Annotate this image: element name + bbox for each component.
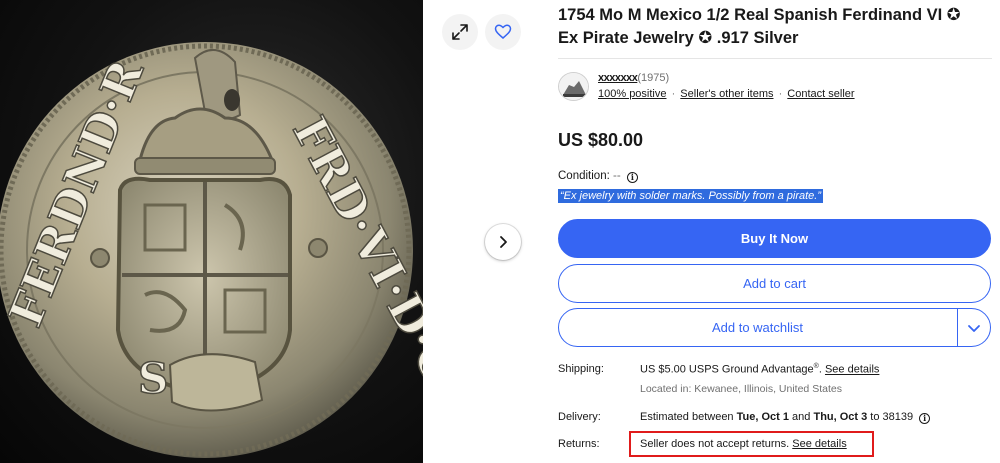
seller-avatar-image (559, 73, 588, 100)
title-line-2b: .917 Silver (716, 29, 799, 47)
condition-note: “Ex jewelry with solder marks. Possibly … (558, 189, 824, 203)
title-star-symbol: ✪ (946, 6, 961, 24)
add-to-cart-label: Add to cart (743, 276, 806, 291)
chevron-right-icon (500, 236, 507, 248)
delivery-label: Delivery: (558, 411, 601, 423)
watchlist-dropdown-toggle[interactable] (966, 320, 982, 336)
contact-seller-link[interactable]: Contact seller (787, 88, 854, 100)
add-to-watchlist-button[interactable]: Add to watchlist (558, 308, 991, 347)
add-to-cart-button[interactable]: Add to cart (558, 264, 991, 303)
seller-feedback-count: (1975) (637, 72, 670, 84)
returns-value: Seller does not accept returns. See deta… (640, 438, 847, 450)
title-divider (558, 58, 992, 59)
title-line-1: 1754 Mo M Mexico 1/2 Real Spanish Ferdin… (558, 6, 943, 24)
returns-label: Returns: (558, 438, 600, 450)
shipping-period: . (818, 363, 822, 376)
condition-label: Condition: (558, 170, 610, 182)
shipping-see-details-link[interactable]: See details (825, 364, 879, 376)
gallery-gap (423, 0, 540, 463)
delivery-start: Tue, Oct 1 (736, 411, 789, 423)
listing-title: 1754 Mo M Mexico 1/2 Real Spanish Ferdin… (558, 4, 988, 50)
separator-dot: · (778, 88, 783, 100)
product-image[interactable]: FERDND·R FRD·VI·D·G S (0, 0, 423, 463)
seller-username[interactable]: xxxxxxx (598, 72, 638, 84)
heart-icon (494, 24, 512, 39)
title-line-2a: Ex Pirate Jewelry (558, 29, 694, 47)
delivery-end: Thu, Oct 3 (813, 411, 868, 423)
delivery-info-icon[interactable]: i (919, 412, 931, 424)
delivery-prefix: Estimated between (640, 411, 737, 423)
price: US $80.00 (558, 130, 644, 150)
info-icon[interactable]: i (626, 171, 638, 183)
coin-mintmark: S (138, 354, 168, 403)
shipping-cost: US $5.00 USPS Ground Advantage (640, 363, 814, 376)
expand-image-button[interactable] (442, 14, 478, 50)
delivery-zip: to 38139 (867, 411, 914, 423)
seller-other-items-link[interactable]: Seller's other items (680, 88, 773, 100)
seller-avatar[interactable] (558, 72, 589, 101)
seller-positive-link[interactable]: 100% positive (598, 88, 667, 100)
seller-name-row: xxxxxxx(1975) (598, 72, 669, 84)
expand-arrows-icon (452, 24, 468, 40)
add-to-watchlist-label: Add to watchlist (711, 320, 804, 335)
delivery-value: Estimated between Tue, Oct 1 and Thu, Oc… (640, 411, 931, 424)
title-star-symbol: ✪ (698, 29, 713, 47)
shipping-value: US $5.00 USPS Ground Advantage®. See det… (640, 363, 879, 376)
coin-photo: FERDND·R FRD·VI·D·G S (0, 42, 423, 458)
seller-links: 100% positive · Seller's other items · C… (598, 88, 855, 100)
condition-row: Condition: -- i (558, 170, 638, 183)
next-image-button[interactable] (485, 224, 521, 260)
item-location: Located in: Kewanee, Illinois, United St… (640, 383, 842, 395)
shipping-label: Shipping: (558, 363, 604, 375)
condition-value: -- (613, 170, 621, 182)
separator-dot: · (671, 88, 676, 100)
watchlist-divider (957, 309, 958, 346)
watch-heart-button[interactable] (485, 14, 521, 50)
chevron-down-icon (968, 325, 980, 332)
delivery-and: and (789, 411, 814, 423)
returns-see-details-link[interactable]: See details (792, 438, 846, 450)
returns-text: Seller does not accept returns. (640, 438, 790, 450)
buy-it-now-label: Buy It Now (740, 231, 809, 246)
buy-it-now-button[interactable]: Buy It Now (558, 219, 991, 258)
